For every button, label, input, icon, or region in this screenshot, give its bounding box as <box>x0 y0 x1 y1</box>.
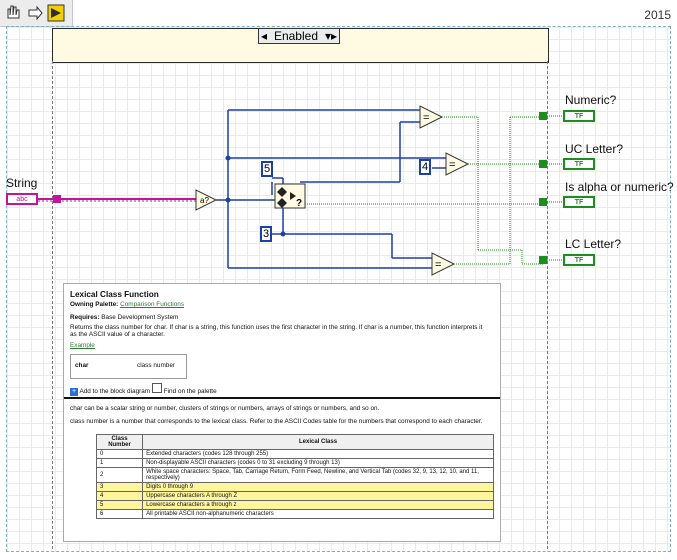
table-row-highlighted: 3 Digits 0 through 9 <box>95 482 494 492</box>
table-row-highlighted: 5 Lowercase characters a through z <box>95 500 494 510</box>
help-title: Lexical Class Function <box>70 290 159 299</box>
svg-text:?: ? <box>296 198 302 209</box>
constant-four[interactable]: 4 <box>419 159 431 175</box>
equal-node-numeric[interactable]: = <box>419 105 444 129</box>
bool-tunnel <box>539 160 547 168</box>
table-cell: Lowercase characters a through z <box>142 500 494 510</box>
char-description: char can be a scalar string or number, c… <box>70 405 380 412</box>
requires-value: Base Development System <box>101 314 179 321</box>
add-icon[interactable]: + <box>70 388 78 396</box>
table-row: 6 All printable ASCII non-alphanumeric ch… <box>95 509 494 519</box>
table-cell: White space characters: Space, Tab, Carr… <box>142 467 494 483</box>
block-diagram: 2015 ◂ Enabled ▾ ▸ String abc Numeric? U… <box>0 0 677 560</box>
table-cell: 5 <box>95 500 144 510</box>
help-description: Returns the class number for char. If ch… <box>70 324 483 338</box>
constant-three[interactable]: 3 <box>260 226 272 242</box>
constant-five[interactable]: 5 <box>261 161 273 177</box>
find-palette-label: Find on the palette <box>163 388 217 395</box>
wire-junction <box>225 155 231 161</box>
bool-tunnel <box>539 256 547 264</box>
example-link[interactable]: Example <box>70 342 95 349</box>
requires-label: Requires: <box>70 314 100 321</box>
lexical-class-node[interactable]: a? <box>195 189 218 211</box>
svg-text:=: = <box>423 112 429 124</box>
svg-text:=: = <box>435 259 441 271</box>
table-cell: Extended characters (codes 128 through 2… <box>142 449 494 459</box>
table-row: 0 Extended characters (codes 128 through … <box>95 449 494 459</box>
table-header: Lexical Class <box>142 434 494 450</box>
table-header: Class Number <box>95 434 144 450</box>
owning-palette-row: Owning Palette: Comparison Functions <box>70 301 184 308</box>
connector-pane: char class number <box>70 354 187 379</box>
wire-junction <box>225 197 231 203</box>
bool-tunnel <box>539 198 547 206</box>
boolean-wires[interactable] <box>305 116 543 265</box>
class-description: class number is a number that correspond… <box>70 418 483 425</box>
table-cell: 0 <box>95 449 144 459</box>
table-cell: Non-displayable ASCII characters (codes … <box>142 458 494 468</box>
lexical-class-table: Class Number Lexical Class 0 Extended cha… <box>95 434 494 519</box>
table-cell: 1 <box>95 458 144 468</box>
class-number-wire[interactable] <box>216 109 446 269</box>
context-help-window: Lexical Class Function Owning Palette: C… <box>63 283 501 542</box>
string-tunnel <box>53 195 61 203</box>
find-icon[interactable] <box>151 383 162 393</box>
owning-palette-label: Owning Palette: <box>70 301 119 308</box>
requires-row: Requires: Base Development System <box>70 314 178 321</box>
table-cell: 3 <box>95 482 144 492</box>
svg-text:=: = <box>449 159 455 171</box>
table-cell: All printable ASCII non-alphanumeric cha… <box>142 509 494 519</box>
table-row-highlighted: 4 Uppercase characters A through Z <box>95 491 494 501</box>
table-cell: 2 <box>95 467 144 483</box>
add-to-diagram-row[interactable]: + Add to the block diagram Find on the p… <box>70 383 217 396</box>
add-to-diagram-label: Add to the block diagram <box>79 388 151 395</box>
owning-palette-link[interactable]: Comparison Functions <box>120 301 184 308</box>
char-terminal-label: char <box>75 362 89 369</box>
table-row: 2 White space characters: Space, Tab, Car… <box>95 467 494 483</box>
class-terminal-label: class number <box>137 362 176 369</box>
table-cell: Uppercase characters A through Z <box>142 491 494 501</box>
equal-node-lc[interactable]: = <box>431 252 456 276</box>
table-cell: 4 <box>95 491 144 501</box>
table-cell: Digits 0 through 9 <box>142 482 494 492</box>
equal-node-uc[interactable]: = <box>445 152 470 176</box>
help-separator <box>64 397 500 399</box>
bool-tunnel <box>539 112 547 120</box>
string-wire[interactable] <box>38 198 196 202</box>
table-row: 1 Non-displayable ASCII characters (codes… <box>95 458 494 468</box>
wire-junction <box>280 231 286 237</box>
svg-text:a?: a? <box>200 196 209 205</box>
in-range-node[interactable]: ? <box>274 183 306 209</box>
bool-exit-wires <box>547 115 563 261</box>
table-cell: 6 <box>95 509 144 519</box>
